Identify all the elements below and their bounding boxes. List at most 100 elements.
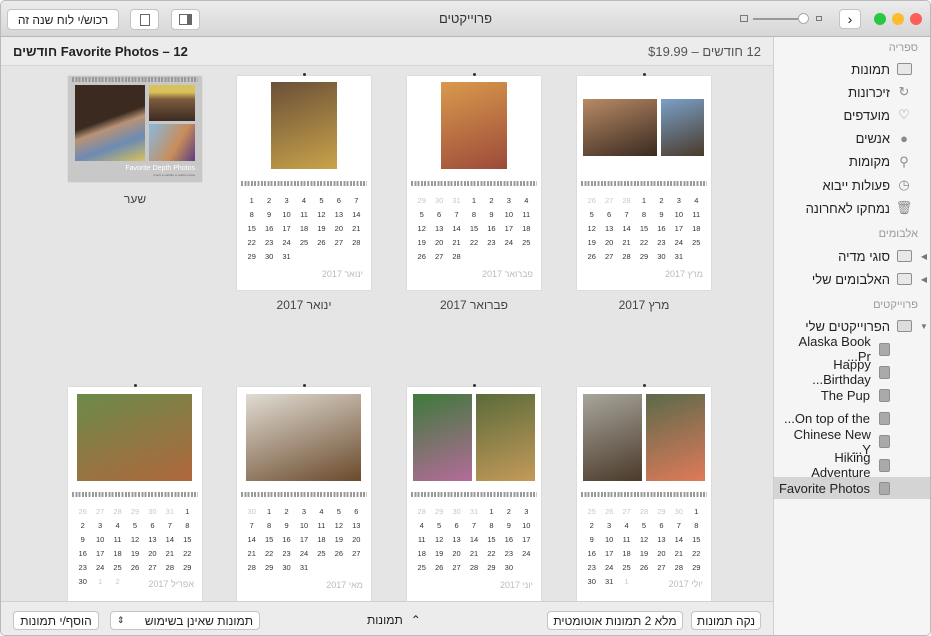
calendar-photo[interactable] (646, 394, 705, 481)
sidebar-item-project[interactable]: The Pup (774, 384, 930, 406)
calendar-day: 31 (282, 252, 291, 261)
page-caption: מרץ 2017 (618, 298, 670, 312)
sidebar-item-album[interactable]: ◀ האלבומים שלי (774, 268, 930, 290)
calendar-day: 4 (524, 196, 529, 205)
calendar-photo[interactable] (583, 394, 642, 481)
calendar-day: 5 (419, 210, 424, 219)
calendar-day: 30 (587, 577, 596, 586)
calendar-day: 9 (267, 210, 272, 219)
cover-page[interactable]: Favorite Depth Photos Insert a subtitle … (68, 76, 202, 182)
calendar-day: 4 (301, 196, 307, 205)
calendar-page[interactable]: 1 2 3 4 5 6 7 8 9 10 11 12 13 14 15 16 17 18 19 20 21 22 23 24 2… (237, 73, 371, 290)
calendar-page[interactable]: 25 26 27 28 29 30 1 2 3 4 5 6 7 8 9 10 11 12 13 14 15 16 17 18 1… (577, 384, 711, 601)
calendar-day: 23 (78, 563, 87, 572)
cover-photo-portrait[interactable] (149, 124, 195, 161)
calendar-day: 30 (247, 507, 256, 516)
calendar-grid: 28 29 30 31 1 2 3 4 5 6 7 8 9 10 11 12 13 14 15 16 17 18 19 20 2… (413, 507, 535, 572)
calendar-day: 13 (434, 224, 444, 233)
calendar-photo[interactable] (661, 99, 704, 156)
clear-photos-button[interactable]: נקה תמונות (691, 611, 761, 630)
calendar-day: 26 (604, 507, 614, 516)
sidebar-section-label: אלבומים (878, 228, 918, 240)
calendar-photo[interactable] (246, 394, 361, 481)
add-photos-button[interactable]: הוסף/י תמונות (13, 611, 99, 630)
calendar-photo[interactable] (476, 394, 535, 481)
calendar-photo[interactable] (441, 82, 507, 169)
sidebar-item-library[interactable]: תמונות (774, 58, 930, 80)
calendar-day: 7 (167, 521, 172, 530)
calendar-day: 1 (471, 196, 477, 205)
disclosure-triangle-icon[interactable]: ◀ (918, 275, 930, 284)
calendar-day: 25 (587, 507, 596, 516)
calendar-day: 8 (267, 521, 272, 530)
calendar-photo[interactable] (583, 99, 657, 156)
autofill-button[interactable]: מלא 2 תמונות אוטומטית (547, 611, 683, 630)
sidebar-item-library[interactable]: ◷ פעולות ייבוא (774, 174, 930, 196)
calendar-page[interactable]: 26 27 28 29 30 31 1 2 3 4 5 6 7 8 9 10 11 12 13 14 15 16 17 18 1… (68, 384, 202, 601)
disclosure-triangle-icon[interactable]: ▼ (918, 322, 930, 331)
sidebar-item-album[interactable]: ◀ סוגי מדיה (774, 245, 930, 267)
sidebar-item-library[interactable]: ● אנשים (774, 128, 930, 150)
cover-photo-dog[interactable] (149, 85, 195, 121)
sidebar-item-library[interactable]: 🗑 נמחקו לאחרונה (774, 197, 930, 219)
calendar-page[interactable]: 26 27 28 1 2 3 4 5 6 7 8 9 10 11 12 13 14 15 16 17 18 19 20 21 2… (577, 73, 711, 290)
calendar-day: 24 (504, 238, 514, 247)
sidebar-item-library[interactable]: ↻ זיכרונות (774, 81, 930, 103)
heart-icon: ♡ (898, 107, 910, 123)
photo-filter-select[interactable]: ⇕ תמונות שאינן בשימוש (110, 611, 260, 630)
spiral-binding (411, 492, 537, 497)
calendar-day: 10 (674, 210, 684, 219)
sidebar-item-project[interactable]: Hiking Adventure (774, 450, 930, 480)
calendar-day: 9 (506, 521, 511, 530)
calendar-day: 31 (452, 196, 461, 205)
cover-photo-main[interactable] (75, 85, 145, 161)
calendar-day: 8 (694, 521, 699, 530)
calendar-day: 28 (417, 507, 426, 516)
page-settings-button[interactable] (130, 9, 159, 30)
page-marker (473, 73, 476, 76)
calendar-photo[interactable] (271, 82, 337, 169)
calendar-day: 15 (264, 535, 274, 544)
calendar-day: 21 (674, 549, 684, 558)
calendar-page[interactable]: 30 1 2 3 4 5 6 7 8 9 10 11 12 13 14 15 16 17 18 19 20 21 22 23 2… (237, 384, 371, 601)
calendar-day: 22 (639, 238, 649, 247)
project-icon (877, 365, 893, 379)
calendar-photo[interactable] (77, 394, 192, 481)
sidebar-item-library[interactable]: ♡ מועדפים (774, 104, 930, 126)
calendar-day: 15 (692, 535, 701, 544)
calendar-day: 12 (130, 535, 140, 544)
calendar-page[interactable]: 29 30 31 1 2 3 4 5 6 7 8 9 10 11 12 13 14 15 16 17 18 19 20 21 2… (407, 73, 541, 290)
photos-icon (896, 62, 912, 76)
sidebar-section-label: ספריה (888, 42, 918, 54)
calendar-day: 2 (267, 196, 272, 205)
calendar-day: 8 (471, 210, 477, 219)
sidebar-item-label: The Pup (820, 387, 870, 403)
calendar-day: 18 (622, 549, 631, 558)
calendar-day: 11 (622, 535, 631, 544)
month-label: פברואר 2017 (481, 268, 533, 279)
calendar-photo[interactable] (413, 394, 472, 481)
calendar-day: 17 (674, 224, 684, 233)
calendar-day: 7 (354, 196, 359, 205)
layout-button[interactable] (171, 9, 200, 30)
calendar-day: 27 (604, 196, 614, 205)
buy-calendar-button[interactable]: רכוש/י לוח שנה זה (7, 9, 119, 30)
sidebar-item-project[interactable]: Favorite Photos (774, 477, 930, 500)
project-icon (876, 481, 892, 495)
calendar-page[interactable]: 28 29 30 31 1 2 3 4 5 6 7 8 9 10 11 12 13 14 15 16 17 18 19 20 2… (407, 384, 541, 601)
calendar-day: 17 (604, 549, 614, 558)
calendar-day: 16 (587, 549, 596, 558)
month-label: יולי 2017 (668, 579, 703, 589)
page-marker (473, 384, 476, 387)
disclosure-triangle-icon[interactable]: ◀ (918, 252, 930, 261)
calendar-grid: 29 30 31 1 2 3 4 5 6 7 8 9 10 11 12 13 14 15 16 17 18 19 20 21 2… (413, 196, 535, 261)
sidebar-item-library[interactable]: ⚲ מקומות (774, 151, 930, 173)
calendar-day: 21 (452, 238, 461, 247)
spiral-binding (411, 181, 537, 186)
calendar-day: 26 (130, 563, 140, 572)
calendar-day: 28 (113, 507, 122, 516)
calendar-day: 30 (452, 507, 461, 516)
calendar-day: 28 (674, 563, 684, 572)
photos-toggle[interactable]: תמונות ⌃ (367, 613, 421, 627)
sidebar-item-project[interactable]: Happy Birthday... (774, 357, 930, 387)
